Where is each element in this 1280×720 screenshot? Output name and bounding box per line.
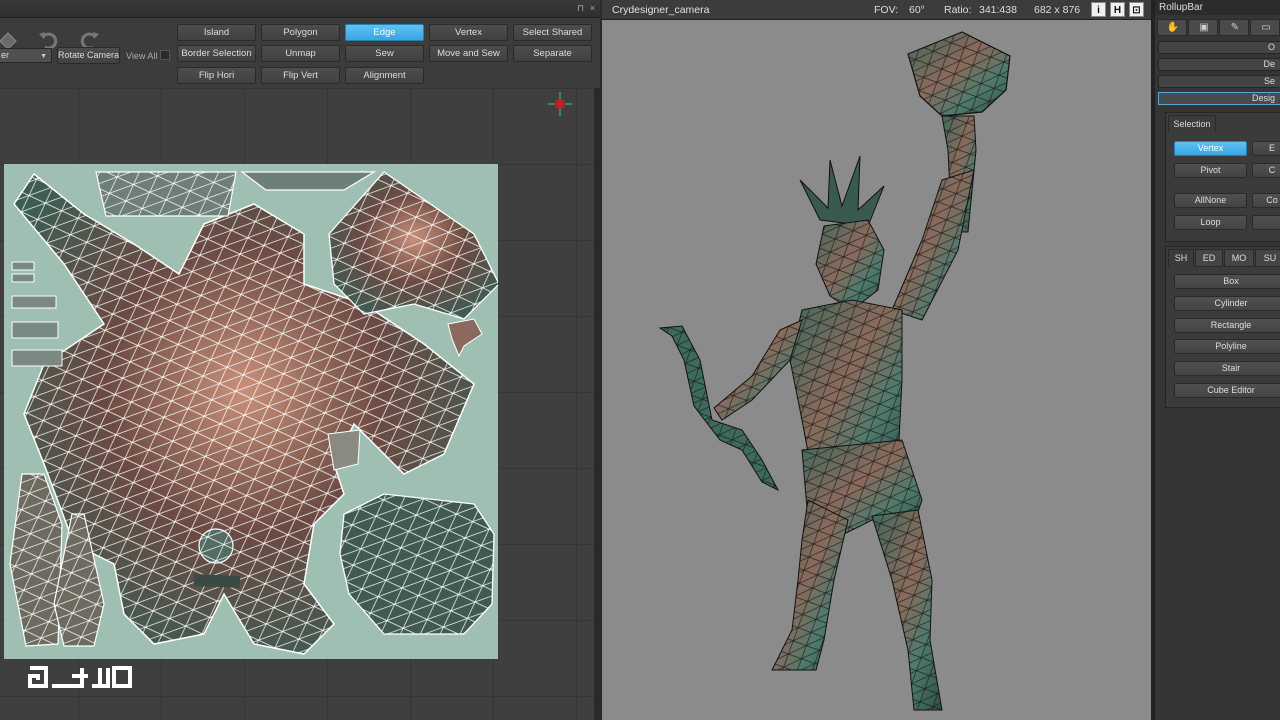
camera-title: Crydesigner_camera [612,4,710,16]
cube-editor-button[interactable]: Cube Editor [1174,383,1280,398]
objects-icon: ▣ [1199,22,1209,33]
sew-button[interactable]: Sew [345,45,424,62]
helpers-button[interactable]: H [1110,2,1125,17]
info-button[interactable]: i [1091,2,1106,17]
uv-viewport[interactable] [0,88,594,720]
border-selection-button[interactable]: Border Selection [177,45,256,62]
rotate-camera-button[interactable]: Rotate Camera [57,47,120,64]
view-all-checkbox[interactable] [160,50,170,60]
uv-editor-panel: ⊓ × Island Polygon Edge Vertex Select Sh… [0,0,600,720]
rollup-title: RollupBar [1155,0,1280,15]
sel-allnone-button[interactable]: AllNone [1174,193,1247,208]
shape-tab-ed[interactable]: ED [1195,249,1223,267]
island-button[interactable]: Island [177,24,256,41]
pin-icon[interactable]: ⊓ [576,4,585,13]
resolution-value: 682 x 876 [1034,4,1081,16]
hand-icon: ✋ [1166,22,1180,33]
statue-mesh [658,31,1011,711]
origin-gizmo-icon[interactable] [548,92,572,116]
view-all-label: View All [126,51,158,61]
shape-group: SH ED MO SU Box Cylinder Rectangle Polyl… [1165,246,1280,408]
close-icon[interactable]: × [588,4,597,13]
move-and-sew-button[interactable]: Move and Sew [429,45,508,62]
select-shared-button[interactable]: Select Shared [513,24,592,41]
watermark-logo [28,666,132,688]
view-mode-value: er [1,50,10,60]
flip-hori-button[interactable]: Flip Hori [177,67,256,84]
cylinder-button[interactable]: Cylinder [1174,296,1280,311]
rollup-tab-objects[interactable]: ▣ [1188,19,1218,36]
rollup-row-details[interactable]: De [1158,58,1280,71]
ratio-label: Ratio: [944,4,972,16]
sel-vertex-button[interactable]: Vertex [1174,141,1247,156]
vertex-button[interactable]: Vertex [429,24,508,41]
selection-tab[interactable]: Selection [1168,115,1216,133]
selection-group: Selection Vertex E Pivot C AllNone Co Lo… [1165,112,1280,242]
stair-button[interactable]: Stair [1174,361,1280,376]
display-icon: ▭ [1261,22,1271,33]
fov-label: FOV: [874,4,899,16]
rollup-row-objects[interactable]: O [1158,41,1280,54]
rollup-tab-hand[interactable]: ✋ [1157,19,1187,36]
edge-button[interactable]: Edge [345,24,424,41]
sel-edge-button[interactable]: E [1252,141,1280,156]
sel-ring-button[interactable] [1252,215,1280,230]
rollup-tab-brush[interactable]: ✎ [1219,19,1249,36]
camera-3d-view[interactable] [602,20,1151,720]
brush-icon: ✎ [1230,22,1240,33]
chevron-down-icon: ▼ [40,53,47,60]
rectangle-button[interactable]: Rectangle [1174,318,1280,333]
camera-viewport-panel: Crydesigner_camera FOV: 60° Ratio: 341:4… [602,0,1151,720]
alignment-button[interactable]: Alignment [345,67,424,84]
uv-texture-map[interactable] [4,164,498,659]
separate-button[interactable]: Separate [513,45,592,62]
sel-loop-button[interactable]: Loop [1174,215,1247,230]
polyline-button[interactable]: Polyline [1174,339,1280,354]
unmap-button[interactable]: Unmap [261,45,340,62]
statue-model[interactable] [602,20,1151,720]
shape-tab-mo[interactable]: MO [1224,249,1254,267]
sel-pivot-button[interactable]: Pivot [1174,163,1247,178]
shape-tab-sh[interactable]: SH [1168,249,1194,267]
polygon-button[interactable]: Polygon [261,24,340,41]
camera-toolbar: Crydesigner_camera FOV: 60° Ratio: 341:4… [602,0,1151,20]
box-button[interactable]: Box [1174,274,1280,289]
view-mode-dropdown[interactable]: er ▼ [0,48,52,63]
maximize-button[interactable]: ⊡ [1129,2,1144,17]
rollup-row-settings[interactable]: Se [1158,75,1280,88]
rollup-row-designer[interactable]: Desig [1158,92,1280,105]
shape-tab-su[interactable]: SU [1255,249,1280,267]
app-window: ⊓ × Island Polygon Edge Vertex Select Sh… [0,0,1280,720]
rollup-bar: RollupBar ✋ ▣ ✎ ▭ O De Se Desig Selectio… [1155,0,1280,720]
ratio-value: 341:438 [979,4,1017,16]
fov-value: 60° [909,4,925,16]
uv-panel-border [594,88,600,720]
sel-connected-button[interactable]: Co [1252,193,1280,208]
uv-editor-titlebar: ⊓ × [0,0,600,18]
sel-c-button[interactable]: C [1252,163,1280,178]
flip-vert-button[interactable]: Flip Vert [261,67,340,84]
rollup-tab-display[interactable]: ▭ [1250,19,1280,36]
